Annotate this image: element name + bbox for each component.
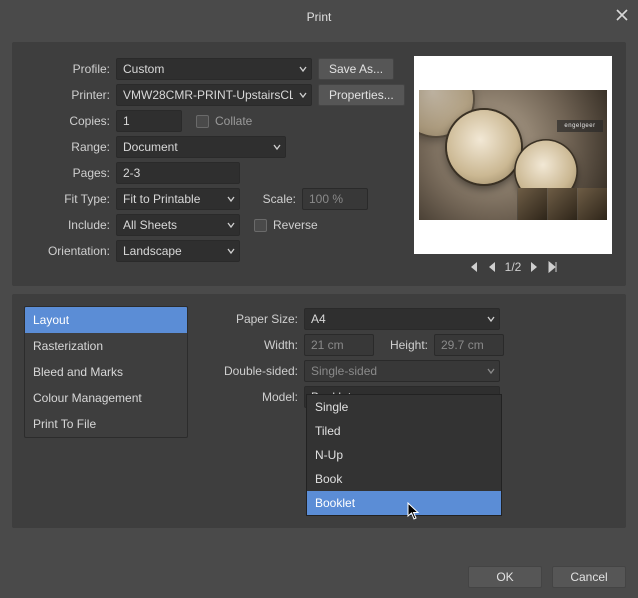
tab-rasterization[interactable]: Rasterization xyxy=(25,333,187,359)
properties-button[interactable]: Properties... xyxy=(318,84,405,106)
chevron-down-icon xyxy=(227,195,235,203)
printer-label: Printer: xyxy=(24,88,116,102)
cancel-button[interactable]: Cancel xyxy=(552,566,626,588)
range-value: Document xyxy=(123,140,178,154)
orientation-select[interactable]: Landscape xyxy=(116,240,240,262)
reverse-label: Reverse xyxy=(273,218,318,232)
tab-layout[interactable]: Layout xyxy=(25,307,187,333)
fit-type-value: Fit to Printable xyxy=(123,192,200,206)
model-option-n-up[interactable]: N-Up xyxy=(307,443,501,467)
chevron-down-icon xyxy=(227,221,235,229)
pager-text: 1/2 xyxy=(505,260,522,274)
paper-size-select[interactable]: A4 xyxy=(304,308,500,330)
pages-label: Pages: xyxy=(24,166,116,180)
last-page-icon[interactable] xyxy=(547,261,559,273)
dialog-title: Print xyxy=(307,10,332,24)
prev-page-icon[interactable] xyxy=(487,261,497,273)
close-icon[interactable] xyxy=(616,8,628,26)
include-label: Include: xyxy=(24,218,116,232)
range-select[interactable]: Document xyxy=(116,136,286,158)
save-as-button[interactable]: Save As... xyxy=(318,58,394,80)
chevron-down-icon xyxy=(299,91,307,99)
side-tabs: Layout Rasterization Bleed and Marks Col… xyxy=(24,306,188,438)
height-label: Height: xyxy=(374,338,434,352)
preview-brand: engelgeer xyxy=(557,120,603,132)
copies-label: Copies: xyxy=(24,114,116,128)
titlebar: Print xyxy=(0,0,638,34)
printer-value: VMW28CMR-PRINT-UpstairsCLX-925 xyxy=(123,88,293,102)
include-select[interactable]: All Sheets xyxy=(116,214,240,236)
model-label: Model: xyxy=(212,390,304,404)
copies-input[interactable]: 1 xyxy=(116,110,182,132)
height-input: 29.7 cm xyxy=(434,334,504,356)
double-sided-select: Single-sided xyxy=(304,360,500,382)
reverse-checkbox[interactable] xyxy=(254,219,267,232)
chevron-down-icon xyxy=(273,143,281,151)
model-option-tiled[interactable]: Tiled xyxy=(307,419,501,443)
print-settings-panel: Profile: Custom Save As... Printer: VMW2… xyxy=(12,42,626,286)
dialog-footer: OK Cancel xyxy=(468,566,626,588)
width-input: 21 cm xyxy=(304,334,374,356)
fit-type-select[interactable]: Fit to Printable xyxy=(116,188,240,210)
model-option-booklet[interactable]: Booklet xyxy=(307,491,501,515)
orientation-label: Orientation: xyxy=(24,244,116,258)
print-dialog: Print Profile: Custom Save As... Printer… xyxy=(0,0,638,598)
collate-checkbox[interactable] xyxy=(196,115,209,128)
preview-pager: 1/2 xyxy=(414,260,612,274)
model-option-single[interactable]: Single xyxy=(307,395,501,419)
printer-select[interactable]: VMW28CMR-PRINT-UpstairsCLX-925 xyxy=(116,84,312,106)
width-label: Width: xyxy=(212,338,304,352)
chevron-down-icon xyxy=(227,247,235,255)
collate-label: Collate xyxy=(215,114,252,128)
orientation-value: Landscape xyxy=(123,244,182,258)
double-sided-label: Double-sided: xyxy=(212,364,304,378)
chevron-down-icon xyxy=(487,367,495,375)
profile-value: Custom xyxy=(123,62,164,76)
preview-image: engelgeer xyxy=(414,56,612,254)
paper-size-label: Paper Size: xyxy=(212,312,304,326)
scale-label: Scale: xyxy=(240,192,302,206)
scale-input: 100 % xyxy=(302,188,368,210)
model-option-book[interactable]: Book xyxy=(307,467,501,491)
chevron-down-icon xyxy=(299,65,307,73)
tab-bleed-and-marks[interactable]: Bleed and Marks xyxy=(25,359,187,385)
chevron-down-icon xyxy=(487,315,495,323)
tab-colour-management[interactable]: Colour Management xyxy=(25,385,187,411)
next-page-icon[interactable] xyxy=(529,261,539,273)
include-value: All Sheets xyxy=(123,218,177,232)
model-dropdown: Single Tiled N-Up Book Booklet xyxy=(306,394,502,516)
print-preview: engelgeer 1/2 xyxy=(414,56,612,274)
ok-button[interactable]: OK xyxy=(468,566,542,588)
layout-panel: Layout Rasterization Bleed and Marks Col… xyxy=(12,294,626,528)
profile-select[interactable]: Custom xyxy=(116,58,312,80)
first-page-icon[interactable] xyxy=(467,261,479,273)
fit-type-label: Fit Type: xyxy=(24,192,116,206)
range-label: Range: xyxy=(24,140,116,154)
profile-label: Profile: xyxy=(24,62,116,76)
tab-print-to-file[interactable]: Print To File xyxy=(25,411,187,437)
pages-input[interactable]: 2-3 xyxy=(116,162,240,184)
